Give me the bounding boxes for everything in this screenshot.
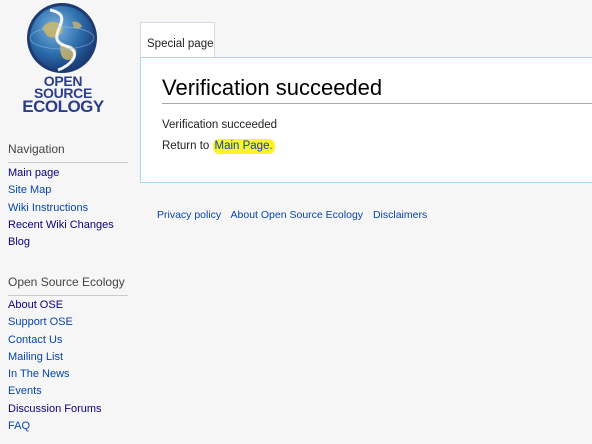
privacy-policy-link[interactable]: Privacy policy [157,209,221,221]
main-page-return-link[interactable]: Main Page. [215,140,273,152]
sidebar-item-site-map: Site Map [8,182,114,199]
sidebar-item-discussion-forums: Discussion Forums [8,401,102,418]
wiki-instructions-link[interactable]: Wiki Instructions [8,202,88,214]
about-ose-footer-link[interactable]: About Open Source Ecology [231,209,364,221]
navigation-list: Main page Site Map Wiki Instructions Rec… [8,165,114,251]
in-the-news-link[interactable]: In The News [8,368,70,380]
globe-icon [27,3,97,73]
sidebar-item-recent-changes: Recent Wiki Changes [8,217,114,234]
logo-text-ecology: ECOLOGY [22,97,104,116]
sidebar-item-in-the-news: In The News [8,366,102,383]
highlighted-link: Main Page. [212,139,275,154]
sidebar-item-support-ose: Support OSE [8,314,102,331]
tab-special-page[interactable]: Special page [140,22,215,58]
discussion-forums-link[interactable]: Discussion Forums [8,403,102,415]
sidebar-item-contact-us: Contact Us [8,332,102,349]
faq-link[interactable]: FAQ [8,420,30,432]
return-prefix: Return to [162,140,213,152]
sidebar-item-events: Events [8,383,102,400]
ose-list: About OSE Support OSE Contact Us Mailing… [8,297,102,435]
blog-link[interactable]: Blog [8,236,30,248]
ose-heading: Open Source Ecology [8,275,128,296]
sidebar-item-wiki-instructions: Wiki Instructions [8,200,114,217]
return-line: Return to Main Page. [162,139,275,154]
navigation-heading: Navigation [8,142,128,163]
sidebar-item-blog: Blog [8,234,114,251]
content-area: Verification succeeded Verification succ… [140,57,592,183]
sidebar-item-faq: FAQ [8,418,102,435]
about-ose-link[interactable]: About OSE [8,299,63,311]
verification-message: Verification succeeded [162,119,278,131]
sidebar-item-main-page: Main page [8,165,114,182]
recent-wiki-changes-link[interactable]: Recent Wiki Changes [8,219,114,231]
events-link[interactable]: Events [8,385,42,397]
support-ose-link[interactable]: Support OSE [8,316,73,328]
mailing-list-link[interactable]: Mailing List [8,351,63,363]
page-title: Verification succeeded [162,75,592,104]
contact-us-link[interactable]: Contact Us [8,334,62,346]
sidebar-item-about-ose: About OSE [8,297,102,314]
sidebar-item-mailing-list: Mailing List [8,349,102,366]
tab-label: Special page [147,38,214,50]
site-map-link[interactable]: Site Map [8,184,51,196]
main-page-link[interactable]: Main page [8,167,59,179]
disclaimers-link[interactable]: Disclaimers [373,209,427,221]
footer-links: Privacy policy About Open Source Ecology… [157,209,434,221]
site-logo[interactable]: OPEN SOURCE ECOLOGY [0,0,140,124]
